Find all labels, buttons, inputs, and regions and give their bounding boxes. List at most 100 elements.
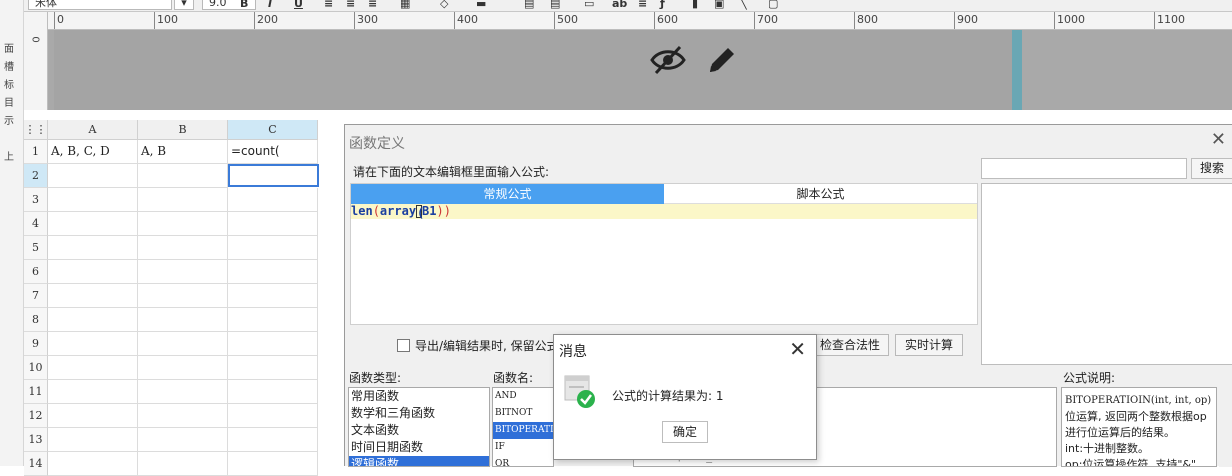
align-left-icon[interactable]: ≡ <box>324 0 333 10</box>
align-right-icon[interactable]: ≡ <box>368 0 377 10</box>
column-header-c[interactable]: C <box>228 120 318 140</box>
grid-cell[interactable] <box>228 188 318 212</box>
bold-button[interactable]: B <box>240 0 248 10</box>
table-icon[interactable]: ▭ <box>584 0 594 10</box>
realtime-calc-button[interactable]: 实时计算 <box>895 334 963 356</box>
row-header[interactable]: 2 <box>24 164 48 188</box>
edit-pencil-icon[interactable] <box>706 44 736 76</box>
column-header-a[interactable]: A <box>48 120 138 140</box>
message-close-icon[interactable]: ✕ <box>789 337 806 361</box>
grid-cell[interactable] <box>228 380 318 404</box>
list-item[interactable]: 文本函数 <box>349 422 489 439</box>
list-item[interactable]: 时间日期函数 <box>349 439 489 456</box>
grid-cell[interactable] <box>48 452 138 476</box>
shape-icon[interactable]: ▢ <box>768 0 778 10</box>
row-header[interactable]: 14 <box>24 452 48 476</box>
row-header[interactable]: 11 <box>24 380 48 404</box>
text-icon[interactable]: ab <box>612 0 627 10</box>
grid-cell[interactable] <box>48 212 138 236</box>
grid-cell[interactable] <box>48 164 138 188</box>
tab-normal-formula[interactable]: 常规公式 <box>351 184 664 204</box>
list-item[interactable]: AND <box>493 388 553 405</box>
grid-cell[interactable] <box>48 308 138 332</box>
grid-cell[interactable] <box>138 380 228 404</box>
grid-cell[interactable] <box>228 308 318 332</box>
dialog-close-icon[interactable]: ✕ <box>1211 129 1226 150</box>
grid-cell[interactable] <box>138 260 228 284</box>
image-icon[interactable]: ▣ <box>714 0 724 10</box>
insert-row-icon[interactable]: ▤ <box>550 0 560 10</box>
cell-c2-selected[interactable] <box>228 164 319 187</box>
row-header[interactable]: 10 <box>24 356 48 380</box>
row-header[interactable]: 9 <box>24 332 48 356</box>
grid-cell[interactable] <box>228 404 318 428</box>
font-name-dropdown-icon[interactable]: ▾ <box>174 0 194 10</box>
fill-color-icon[interactable]: ◇ <box>440 0 448 10</box>
row-header[interactable]: 3 <box>24 188 48 212</box>
grid-cell[interactable] <box>228 332 318 356</box>
header-band-area[interactable] <box>54 30 1016 110</box>
grid-cell[interactable] <box>48 332 138 356</box>
list-item[interactable]: IF <box>493 439 553 456</box>
align-center-icon[interactable]: ≡ <box>346 0 355 10</box>
cell-c1[interactable]: =count( <box>228 140 318 164</box>
line-icon[interactable]: ╲ <box>740 0 747 10</box>
list-item[interactable]: 数学和三角函数 <box>349 405 489 422</box>
grid-cell[interactable] <box>138 308 228 332</box>
grid-cell[interactable] <box>138 188 228 212</box>
function-search-input[interactable] <box>981 158 1187 179</box>
chart-icon[interactable]: ▮ <box>692 0 698 10</box>
row-header[interactable]: 13 <box>24 428 48 452</box>
grid-cell[interactable] <box>138 428 228 452</box>
hide-eye-icon[interactable] <box>650 44 686 76</box>
paragraph-icon[interactable]: ≡ <box>638 0 647 10</box>
italic-button[interactable]: I <box>268 0 272 10</box>
list-item[interactable]: 常用函数 <box>349 388 489 405</box>
cell-a1[interactable]: A, B, C, D <box>48 140 138 164</box>
grid-cell[interactable] <box>138 164 228 188</box>
formula-input[interactable]: len(array(B1)) <box>351 204 977 220</box>
grid-cell[interactable] <box>138 236 228 260</box>
list-item[interactable]: BITNOT <box>493 405 553 422</box>
row-header[interactable]: 12 <box>24 404 48 428</box>
tab-script-formula[interactable]: 脚本公式 <box>664 184 977 204</box>
grid-cell[interactable] <box>228 452 318 476</box>
grid-cell[interactable] <box>228 356 318 380</box>
select-all-corner[interactable]: ⋮⋮ <box>24 120 48 140</box>
description-scrollbar[interactable] <box>1219 387 1232 467</box>
search-button[interactable]: 搜索 <box>1191 158 1232 179</box>
grid-cell[interactable] <box>48 428 138 452</box>
grid-cell[interactable] <box>48 188 138 212</box>
grid-cell[interactable] <box>138 356 228 380</box>
list-item[interactable]: OR <box>493 456 553 466</box>
grid-cell[interactable] <box>138 332 228 356</box>
font-color-icon[interactable]: ▬ <box>476 0 486 10</box>
border-icon[interactable]: ▦ <box>400 0 410 10</box>
band-resize-handle[interactable] <box>1012 30 1022 110</box>
row-header[interactable]: 6 <box>24 260 48 284</box>
column-header-b[interactable]: B <box>138 120 228 140</box>
row-header[interactable]: 4 <box>24 212 48 236</box>
grid-cell[interactable] <box>138 452 228 476</box>
function-types-list[interactable]: 常用函数 数学和三角函数 文本函数 时间日期函数 逻辑函数 <box>348 387 490 467</box>
formula-icon[interactable]: ƒ <box>660 0 665 10</box>
list-item-selected[interactable]: BITOPERATI <box>493 422 553 439</box>
grid-cell[interactable] <box>48 404 138 428</box>
search-results-panel[interactable] <box>981 183 1232 365</box>
grid-cell[interactable] <box>138 212 228 236</box>
check-validity-button[interactable]: 检查合法性 <box>811 334 889 356</box>
row-header[interactable]: 1 <box>24 140 48 164</box>
row-header[interactable]: 7 <box>24 284 48 308</box>
grid-cell[interactable] <box>48 284 138 308</box>
merge-icon[interactable]: ▤ <box>524 0 534 10</box>
row-header[interactable]: 8 <box>24 308 48 332</box>
grid-cell[interactable] <box>228 428 318 452</box>
cell-b1[interactable]: A, B <box>138 140 228 164</box>
font-name-select[interactable]: 宋体 <box>28 0 172 10</box>
grid-cell[interactable] <box>48 380 138 404</box>
function-names-list[interactable]: AND BITNOT BITOPERATI IF OR <box>492 387 554 467</box>
underline-button[interactable]: U <box>294 0 303 10</box>
keep-formula-checkbox[interactable] <box>397 339 410 352</box>
grid-cell[interactable] <box>138 404 228 428</box>
grid-cell[interactable] <box>48 356 138 380</box>
